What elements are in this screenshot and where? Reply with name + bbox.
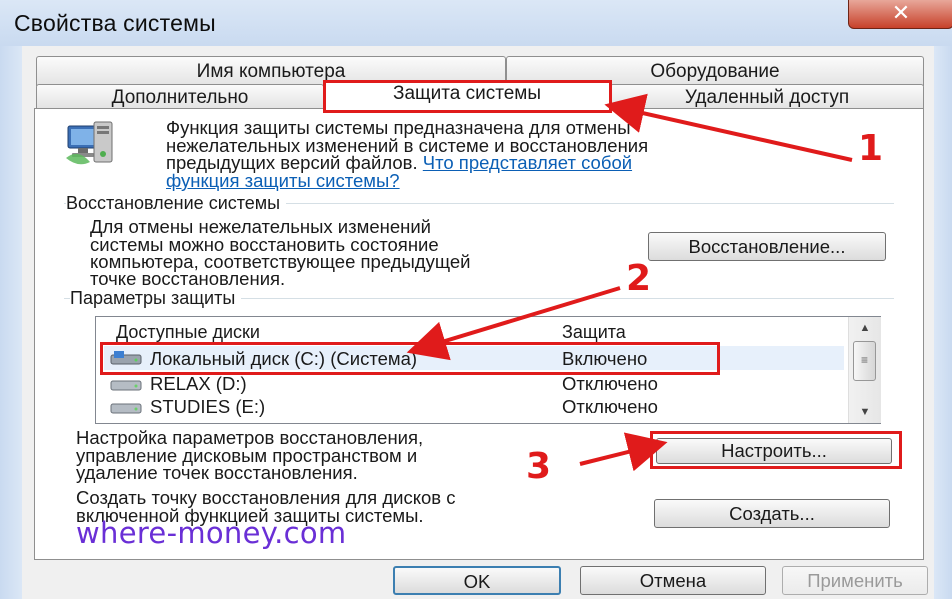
watermark-text: where-money.com — [76, 516, 347, 550]
scroll-thumb[interactable]: ≡ — [853, 341, 876, 381]
list-scrollbar[interactable]: ▲ ≡ ▼ — [848, 317, 881, 423]
tab-label: Удаленный доступ — [684, 87, 850, 108]
close-icon: ✕ — [891, 0, 911, 25]
annotation-number-2: 2 — [626, 258, 652, 299]
highlight-tab — [323, 80, 612, 113]
annotation-number-3: 3 — [526, 446, 552, 487]
tab-remote-access[interactable]: Удаленный доступ — [610, 84, 924, 109]
drive-name: STUDIES (E:) — [150, 396, 266, 417]
scroll-up-icon[interactable]: ▲ — [849, 319, 881, 337]
cancel-button[interactable]: Отмена — [580, 566, 766, 595]
table-row[interactable]: STUDIES (E:) Отключено — [104, 395, 844, 417]
create-button[interactable]: Создать... — [654, 499, 890, 528]
highlight-row — [100, 342, 720, 375]
restore-group-label: Восстановление системы — [66, 193, 287, 214]
system-restore-button[interactable]: Восстановление... — [648, 232, 886, 261]
help-link[interactable]: Что представляет собой — [423, 152, 632, 173]
apply-button: Применить — [782, 566, 928, 595]
drive-status: Отключено — [562, 373, 658, 394]
drive-name: RELAX (D:) — [150, 373, 247, 394]
tab-label: Дополнительно — [111, 87, 249, 108]
drive-status: Отключено — [562, 396, 658, 417]
close-button[interactable]: ✕ — [848, 0, 952, 29]
tab-label: Имя компьютера — [196, 61, 346, 82]
protection-group-label: Параметры защиты — [70, 288, 242, 309]
ok-button[interactable]: OK — [393, 566, 561, 595]
column-header-protection[interactable]: Защита — [562, 322, 626, 343]
window-title: Свойства системы — [14, 10, 216, 36]
computer-shield-icon — [66, 121, 113, 165]
scroll-down-icon[interactable]: ▼ — [849, 403, 881, 421]
drive-icon — [110, 380, 142, 391]
table-row[interactable]: RELAX (D:) Отключено — [104, 372, 844, 394]
configure-line-3: удаление точек восстановления. — [76, 462, 358, 483]
restore-line-4: точке восстановления. — [90, 268, 286, 289]
window-frame-left — [0, 46, 22, 599]
tab-label: Оборудование — [650, 61, 780, 82]
annotation-number-1: 1 — [858, 128, 884, 169]
column-header-drives[interactable]: Доступные диски — [116, 322, 260, 343]
help-link-continued[interactable]: функция защиты системы? — [166, 171, 400, 190]
drive-icon — [110, 403, 142, 414]
tab-advanced[interactable]: Дополнительно — [36, 84, 324, 109]
window-frame-right — [934, 46, 952, 599]
highlight-configure — [650, 431, 902, 469]
